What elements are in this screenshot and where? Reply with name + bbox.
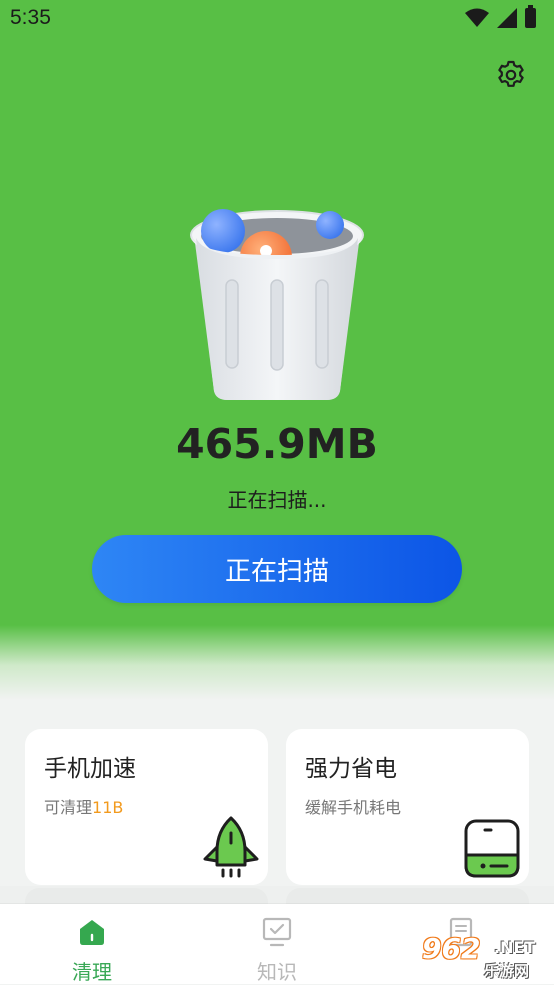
wifi-icon: [465, 8, 489, 27]
watermark-logo: 962: [422, 932, 481, 965]
status-bar: 5:35: [0, 0, 554, 38]
tab-label: 知识: [257, 960, 297, 984]
card-subtitle: 可清理11B: [44, 798, 124, 817]
watermark-site: 乐游网: [484, 962, 530, 980]
scan-status-text: 正在扫描...: [227, 488, 327, 512]
monitor-icon: [262, 917, 292, 947]
card-power-saving[interactable]: 强力省电 缓解手机耗电: [286, 729, 529, 885]
status-time: 5:35: [10, 6, 51, 29]
scan-button[interactable]: 正在扫描: [92, 535, 462, 603]
tab-label: 清理: [72, 960, 112, 984]
rocket-icon: [203, 816, 259, 878]
card-title: 手机加速: [44, 756, 136, 782]
watermark: 962 .NET 乐游网: [408, 930, 554, 984]
signal-icon: [497, 8, 517, 28]
tab-clean[interactable]: 清理: [32, 904, 152, 984]
tab-knowledge[interactable]: 知识: [217, 904, 337, 984]
cleanable-amount: 11B: [92, 798, 124, 817]
home-icon: [80, 920, 104, 945]
watermark-suffix: .NET: [494, 938, 536, 957]
power-bank-icon: [464, 819, 520, 878]
trash-can-illustration: [190, 209, 364, 400]
gear-icon: [498, 60, 524, 87]
status-icons: [465, 5, 536, 28]
battery-icon: [525, 5, 536, 28]
card-phone-speedup[interactable]: 手机加速 可清理11B: [25, 729, 268, 885]
settings-button[interactable]: [494, 58, 528, 92]
card-title: 强力省电: [305, 756, 397, 782]
junk-size: 465.9MB: [176, 420, 378, 468]
card-subtitle: 缓解手机耗电: [305, 798, 402, 817]
